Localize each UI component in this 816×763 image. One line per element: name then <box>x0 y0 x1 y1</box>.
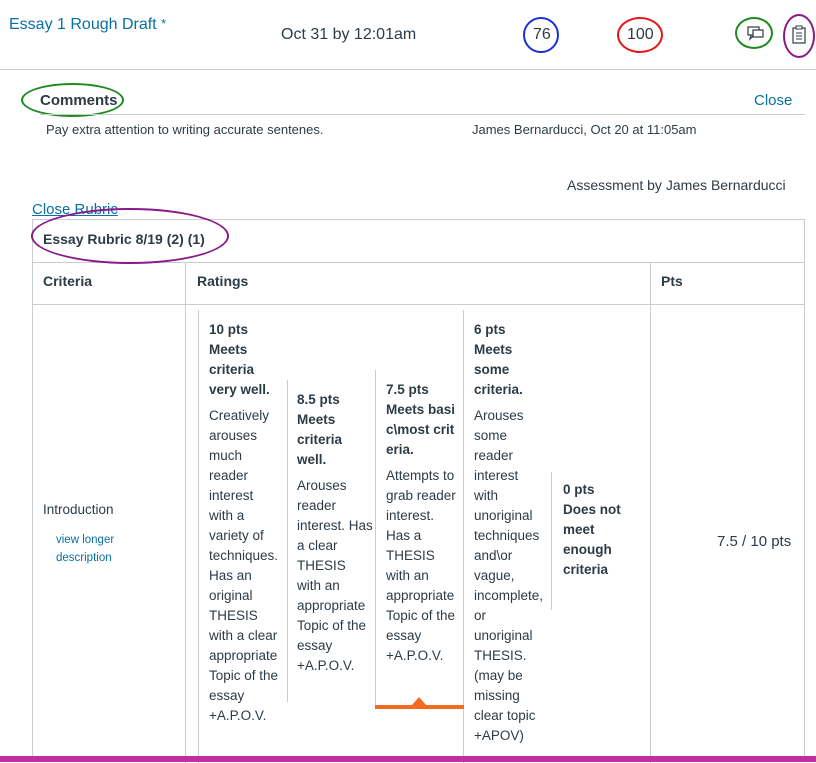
criterion-score: 7.5 / 10 pts <box>717 533 792 550</box>
rating-description: Meets some criteria. <box>474 342 523 397</box>
rating-points: 6 pts <box>474 322 506 337</box>
rubric-icon[interactable] <box>783 14 815 58</box>
rating-divider <box>198 310 199 763</box>
bottom-accent-bar <box>0 756 816 762</box>
rubric-title-divider <box>33 262 804 263</box>
score-value: 76 <box>533 26 551 43</box>
assignment-row: Essay 1 Rough Draft * Oct 31 by 12:01am … <box>0 0 816 70</box>
comment-meta: James Bernarducci, Oct 20 at 11:05am <box>472 122 697 137</box>
rating-description: Meets criteria well. <box>297 412 343 467</box>
comments-heading: Comments <box>40 92 118 109</box>
rating-long-description: Arouses reader interest. Has a clear THE… <box>297 478 373 673</box>
pts-col-divider <box>650 262 651 763</box>
selected-rating-indicator <box>375 705 464 709</box>
points-possible: 100 <box>627 26 654 43</box>
rating-divider <box>375 370 376 707</box>
rating-points: 10 pts <box>209 322 249 337</box>
rating-points: 0 pts <box>563 482 595 497</box>
comment-text: Pay extra attention to writing accurate … <box>46 122 324 137</box>
rubric-table: Essay Rubric 8/19 (2) (1) Criteria Ratin… <box>32 219 805 763</box>
assignment-title[interactable]: Essay 1 Rough Draft <box>9 16 157 33</box>
header-divider <box>0 69 816 70</box>
rating-long-description: Arouses some reader interest with unorig… <box>474 408 544 743</box>
assignment-title-link[interactable]: Essay 1 Rough Draft * <box>9 16 166 34</box>
rating-divider <box>463 310 464 763</box>
comments-icon[interactable] <box>735 17 773 49</box>
close-comments-button[interactable]: Close <box>754 92 792 109</box>
rating-10pts[interactable]: 10 pts Meets criteria very well. Creativ… <box>209 320 281 726</box>
close-rubric-link[interactable]: Close Rubric <box>32 201 118 218</box>
rating-7-5pts-selected[interactable]: 7.5 pts Meets basic\most criteria. Attem… <box>386 380 458 666</box>
rating-8-5pts[interactable]: 8.5 pts Meets criteria well. Arouses rea… <box>297 390 373 676</box>
rating-points: 7.5 pts <box>386 382 429 397</box>
ratings-header: Ratings <box>197 273 249 289</box>
due-date: Oct 31 by 12:01am <box>281 26 417 43</box>
rating-description: Meets criteria very well. <box>209 342 270 397</box>
header-row-divider <box>33 304 804 305</box>
rating-0pts[interactable]: 0 pts Does not meet enough criteria <box>563 480 635 580</box>
comments-divider <box>40 114 805 115</box>
criteria-header: Criteria <box>43 273 93 289</box>
rating-long-description: Attempts to grab reader interest. Has a … <box>386 468 456 663</box>
rating-points: 8.5 pts <box>297 392 340 407</box>
selected-rating-arrow-icon <box>412 697 426 705</box>
rubric-title: Essay Rubric 8/19 (2) (1) <box>43 231 205 247</box>
rating-description: Meets basic\most criteria. <box>386 402 456 457</box>
rating-divider <box>287 380 288 702</box>
pts-header: Pts <box>661 273 683 289</box>
rating-description: Does not meet enough criteria <box>563 502 621 577</box>
rating-6pts[interactable]: 6 pts Meets some criteria. Arouses some … <box>474 320 546 746</box>
criteria-col-divider <box>185 262 186 763</box>
rating-divider <box>551 472 552 610</box>
rating-long-description: Creatively arouses much reader interest … <box>209 408 279 723</box>
unposted-flag: * <box>161 16 167 31</box>
assessment-by: Assessment by James Bernarducci <box>567 177 786 193</box>
view-longer-description-link[interactable]: view longer description <box>56 531 136 567</box>
criterion-name: Introduction <box>43 502 114 517</box>
